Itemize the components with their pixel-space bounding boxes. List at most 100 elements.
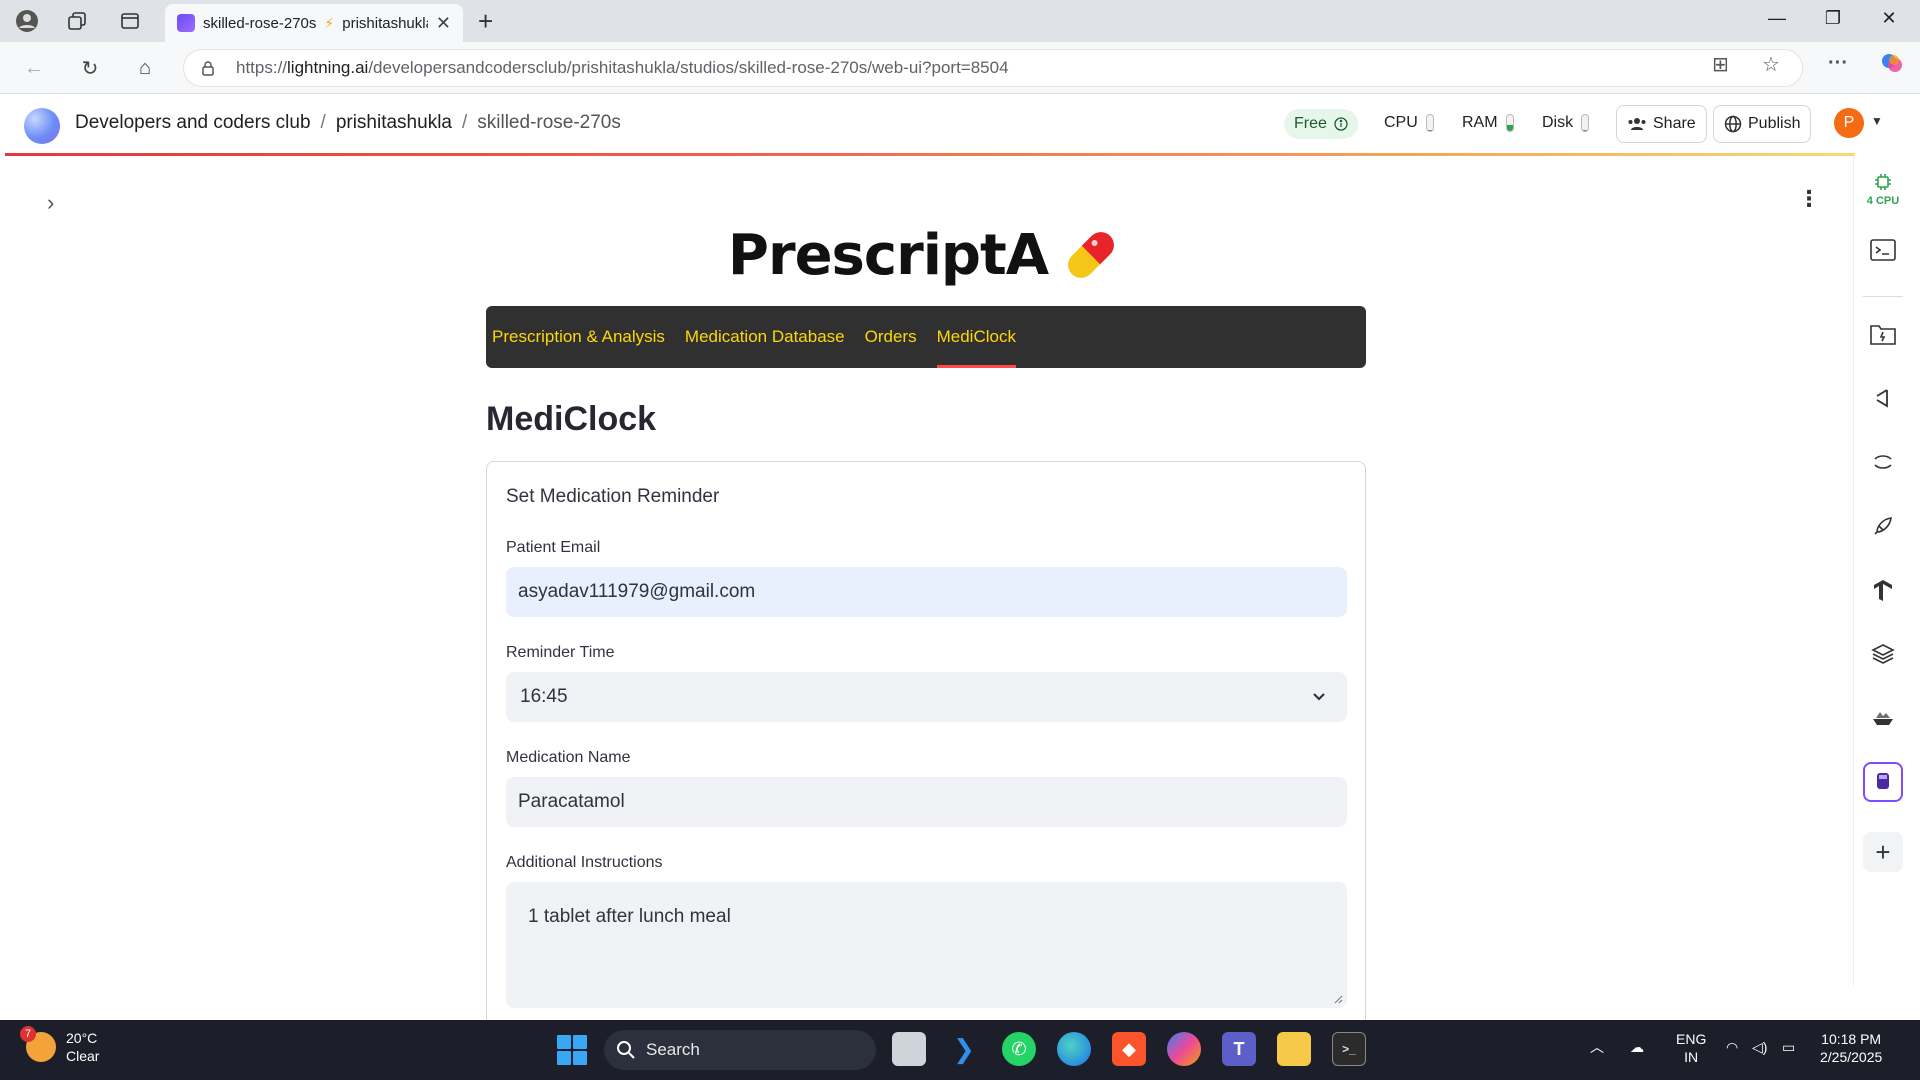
time-label: Reminder Time (506, 644, 615, 661)
tensorflow-icon[interactable] (1863, 570, 1903, 610)
chevron-down-icon[interactable]: ▼ (1871, 114, 1883, 128)
resize-grip-icon[interactable] (1333, 994, 1343, 1004)
chevron-up-icon[interactable]: ︿ (1590, 1038, 1604, 1056)
email-label: Patient Email (506, 539, 601, 556)
close-tab-icon[interactable]: ✕ (436, 13, 451, 34)
edge-icon[interactable] (1057, 1032, 1091, 1066)
volume-icon[interactable]: ◁) (1752, 1038, 1767, 1056)
lang-line2: IN (1684, 1049, 1699, 1065)
wifi-icon[interactable]: ◠ (1726, 1038, 1738, 1056)
clock-date: 2/25/2025 (1820, 1049, 1883, 1065)
app-menu-icon[interactable]: ⋮ (1798, 186, 1820, 212)
form-heading: Set Medication Reminder (506, 486, 720, 507)
bolt-icon: ⚡ (324, 14, 335, 31)
active-plugin-icon[interactable] (1863, 762, 1903, 802)
clock[interactable]: 10:18 PM 2/25/2025 (1820, 1030, 1882, 1066)
copilot-taskbar-icon[interactable] (1167, 1032, 1201, 1066)
back-icon[interactable]: ← (20, 54, 48, 82)
user-avatar[interactable]: P (1834, 108, 1864, 138)
breadcrumb: Developers and coders club / prishitashu… (75, 112, 621, 134)
share-label: Share (1653, 115, 1696, 132)
favorite-star-icon[interactable]: ☆ (1762, 52, 1780, 77)
taskbar-search[interactable]: Search (604, 1030, 876, 1070)
vscode-taskbar-icon[interactable]: ❯ (947, 1032, 981, 1066)
nav-mediclock[interactable]: MediClock (936, 306, 1017, 368)
boat-icon[interactable] (1863, 698, 1903, 738)
battery-icon[interactable]: ▭ (1782, 1038, 1795, 1056)
share-button[interactable]: Share (1616, 105, 1707, 143)
language-indicator[interactable]: ENG IN (1676, 1030, 1706, 1066)
folder-icon[interactable] (1863, 314, 1903, 354)
nav-medication-database[interactable]: Medication Database (685, 306, 845, 368)
url-field[interactable]: https://lightning.ai/developersandcoders… (183, 49, 1803, 87)
publish-button[interactable]: Publish (1713, 105, 1812, 143)
breadcrumb-studio[interactable]: skilled-rose-270s (477, 112, 621, 134)
nav-orders[interactable]: Orders (865, 306, 917, 368)
task-view-icon[interactable] (892, 1032, 926, 1066)
logo-text: PrescriptA (727, 222, 1049, 288)
search-icon (617, 1041, 635, 1059)
new-tab-icon[interactable]: + (478, 6, 493, 37)
app-navigation: Prescription & Analysis Medication Datab… (486, 306, 1366, 368)
chip-icon (1875, 174, 1891, 190)
clock-time: 10:18 PM (1821, 1031, 1882, 1047)
copilot-icon[interactable] (1880, 51, 1904, 81)
pill-icon (1068, 232, 1114, 278)
windows-start-icon[interactable] (557, 1035, 587, 1065)
nav-prescription-analysis[interactable]: Prescription & Analysis (492, 306, 665, 368)
browser-tab-active[interactable]: skilled-rose-270s ⚡ prishitashukla ✕ (165, 4, 463, 42)
studio-header: Developers and coders club / prishitashu… (0, 94, 1920, 154)
ram-bar (1505, 114, 1514, 132)
cpu-count-label: 4 CPU (1866, 195, 1900, 207)
plan-badge[interactable]: Free (1284, 109, 1358, 139)
add-plugin-icon[interactable]: + (1863, 832, 1903, 872)
terminal-taskbar-icon[interactable]: >_ (1332, 1032, 1366, 1066)
ram-label: RAM (1462, 114, 1498, 131)
lock-icon[interactable] (200, 60, 216, 76)
restore-icon[interactable]: ❐ (1810, 8, 1856, 29)
ram-meter[interactable]: RAM (1462, 114, 1514, 132)
org-avatar[interactable] (24, 108, 60, 144)
email-field[interactable]: asyadav111979@gmail.com (506, 567, 1347, 617)
cpu-meter[interactable]: CPU (1384, 114, 1434, 132)
terminal-icon[interactable] (1863, 230, 1903, 270)
brave-icon[interactable]: ◆ (1112, 1032, 1146, 1066)
medication-value: Paracatamol (518, 791, 625, 812)
vscode-icon[interactable] (1863, 378, 1903, 418)
rocket-icon[interactable] (1863, 506, 1903, 546)
minimize-icon[interactable]: — (1754, 8, 1800, 29)
profile-icon[interactable] (12, 6, 42, 36)
breadcrumb-user[interactable]: prishitashukla (336, 112, 452, 134)
cpu-bar (1425, 114, 1434, 132)
people-icon (1628, 118, 1646, 130)
home-icon[interactable]: ⌂ (131, 54, 159, 82)
weather-condition: Clear (66, 1048, 100, 1064)
teams-icon[interactable]: T (1222, 1032, 1256, 1066)
expand-sidebar-icon[interactable]: › (47, 190, 54, 216)
split-screen-icon[interactable]: ⊞ (1712, 52, 1729, 77)
jupyter-icon[interactable] (1863, 442, 1903, 482)
medication-field[interactable]: Paracatamol (506, 777, 1347, 827)
weather-widget[interactable]: 7 20°C Clear (20, 1026, 100, 1065)
instructions-textarea[interactable]: 1 tablet after lunch meal (506, 882, 1347, 1008)
close-window-icon[interactable]: ✕ (1866, 8, 1912, 29)
vertical-tabs-icon[interactable] (115, 6, 145, 36)
whatsapp-icon[interactable]: ✆ (1002, 1032, 1036, 1066)
url-prefix: https:// (236, 58, 288, 77)
workspaces-icon[interactable] (62, 6, 92, 36)
file-explorer-icon[interactable] (1277, 1032, 1311, 1066)
cpu-chip-button[interactable]: 4 CPU (1859, 172, 1907, 207)
refresh-icon[interactable]: ↻ (76, 54, 104, 82)
time-select[interactable]: 16:45 (506, 672, 1347, 722)
chevron-down-icon[interactable] (1309, 686, 1329, 706)
url-path: /developersandcodersclub/prishitashukla/… (368, 58, 1009, 77)
breadcrumb-org[interactable]: Developers and coders club (75, 112, 311, 134)
more-menu-icon[interactable]: ··· (1828, 52, 1848, 75)
medication-label: Medication Name (506, 749, 631, 766)
onedrive-icon[interactable]: ☁ (1630, 1038, 1644, 1056)
app-logo: PrescriptA (486, 222, 1366, 288)
rail-divider (1863, 296, 1903, 297)
disk-meter[interactable]: Disk (1542, 114, 1590, 132)
studio-right-rail: 4 CPU + (1853, 156, 1910, 986)
layers-icon[interactable] (1863, 634, 1903, 674)
